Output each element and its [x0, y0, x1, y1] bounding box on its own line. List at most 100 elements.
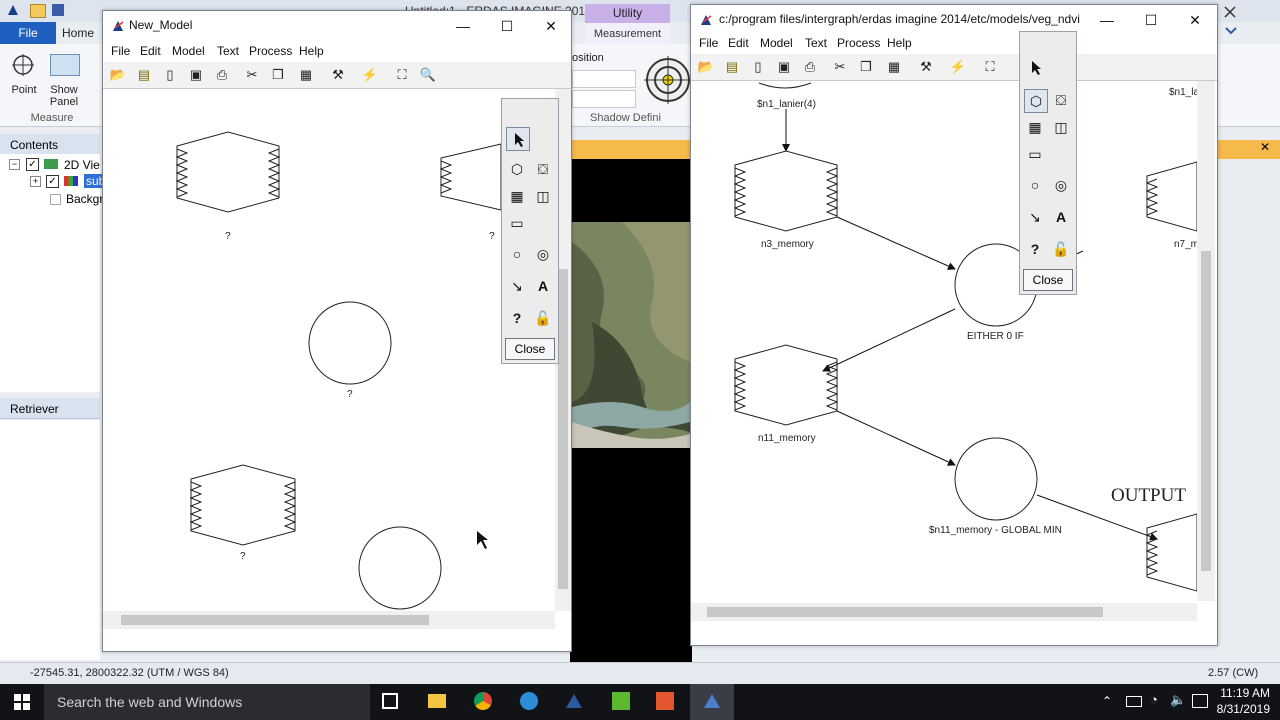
raster-node-n3[interactable] — [733, 150, 839, 232]
settings-arrows-icon[interactable] — [1224, 24, 1238, 38]
palette-close-button[interactable]: Close — [1023, 269, 1073, 291]
view-checkbox[interactable]: ✓ — [26, 158, 39, 171]
function-tool-icon[interactable]: ○ — [506, 243, 528, 265]
maximize-button[interactable]: ☐ — [1129, 5, 1173, 35]
position-combo-2[interactable] — [572, 90, 636, 108]
lock-tool-icon[interactable]: 🔓 — [1050, 238, 1072, 260]
function-tool-icon[interactable]: ○ — [1024, 174, 1046, 196]
function-node-1[interactable] — [308, 301, 392, 385]
close-button[interactable]: ✕ — [1173, 5, 1217, 35]
zoom-fit-icon[interactable]: ⛶ — [393, 66, 411, 84]
menu-text[interactable]: Text — [805, 36, 827, 50]
raster-node-1[interactable] — [175, 131, 281, 213]
paste-icon[interactable]: ▦ — [885, 58, 903, 76]
tree-item-background[interactable]: Backgr — [66, 192, 103, 206]
target-icon[interactable] — [644, 56, 692, 104]
text-tool-icon[interactable]: A — [532, 275, 554, 297]
function-node-globalmin[interactable] — [954, 437, 1038, 521]
clock-date[interactable]: 8/31/2019 — [1212, 702, 1270, 716]
text-tool-icon[interactable]: A — [1050, 206, 1072, 228]
tab-home[interactable]: Home — [62, 22, 104, 44]
veg-ndvi-canvas[interactable]: $n1_lanier(4) $n1_la n3_memory n7_m EITH… — [691, 81, 1197, 601]
copy-icon[interactable]: ❐ — [269, 66, 287, 84]
minimize-button[interactable]: — — [1085, 5, 1129, 35]
tray-chevron-icon[interactable]: ⌃ — [1102, 694, 1112, 708]
new-icon[interactable]: ▯ — [161, 66, 179, 84]
cut-icon[interactable]: ✂ — [831, 58, 849, 76]
minimize-button[interactable]: — — [441, 11, 485, 41]
paste-icon[interactable]: ▦ — [297, 66, 315, 84]
search-app-icon[interactable] — [520, 692, 538, 710]
task-view-icon[interactable] — [382, 693, 398, 709]
table-tool-icon[interactable]: ◫ — [1050, 116, 1072, 138]
select-tool-icon[interactable] — [1024, 56, 1046, 78]
hammer-icon[interactable]: ⚒ — [917, 58, 935, 76]
open-model-icon[interactable]: ▤ — [723, 58, 741, 76]
raster-node-2[interactable] — [439, 143, 502, 211]
new-model-canvas[interactable]: ? ? ? ? — [103, 89, 555, 611]
erdas-model-taskbar-button[interactable] — [690, 684, 734, 720]
run-icon[interactable]: ⚡ — [361, 66, 379, 84]
matrix-tool-icon[interactable]: ▦ — [1024, 116, 1046, 138]
erdas-taskbar-icon[interactable] — [564, 692, 584, 710]
show-panel-label-2[interactable]: Panel — [44, 96, 84, 108]
vector-tool-icon[interactable]: ⛋ — [1050, 89, 1072, 111]
save-icon[interactable] — [52, 4, 64, 16]
print-icon[interactable]: ⎙ — [213, 66, 231, 84]
maximize-button[interactable]: ☐ — [485, 11, 529, 41]
palette-close-button[interactable]: Close — [505, 338, 555, 360]
raster-node-n7-partial[interactable] — [1145, 161, 1197, 232]
raster-node-output-partial[interactable] — [1145, 513, 1197, 592]
volume-icon[interactable]: 🔈 — [1170, 692, 1186, 708]
criteria-tool-icon[interactable]: ◎ — [1050, 174, 1072, 196]
raster-tool-icon[interactable]: ⬡ — [1024, 89, 1048, 113]
open-model-icon[interactable]: ▤ — [135, 66, 153, 84]
save-icon[interactable]: ▣ — [187, 66, 205, 84]
vertical-scroll-thumb[interactable] — [558, 269, 568, 589]
camtasia-icon[interactable] — [612, 692, 630, 710]
tab-measurement[interactable]: Measurement — [585, 23, 670, 45]
print-icon[interactable]: ⎙ — [801, 58, 819, 76]
tab-file[interactable]: File — [0, 22, 56, 44]
position-combo-1[interactable] — [572, 70, 636, 88]
windows-start-icon[interactable] — [14, 694, 30, 710]
criteria-tool-icon[interactable]: ◎ — [532, 243, 554, 265]
show-panel-label-1[interactable]: Show — [44, 84, 84, 96]
help-tool-icon[interactable]: ? — [1024, 238, 1046, 260]
scalar-tool-icon[interactable]: ▭ — [1024, 143, 1046, 165]
raster-tool-icon[interactable]: ⬡ — [506, 158, 528, 180]
chrome-icon[interactable] — [474, 692, 492, 710]
recorder-icon[interactable] — [656, 692, 674, 710]
background-checkbox[interactable] — [50, 194, 61, 205]
zoom-fit-icon[interactable]: ⛶ — [981, 58, 999, 76]
vertical-scroll-thumb[interactable] — [1201, 251, 1211, 571]
cut-icon[interactable]: ✂ — [243, 66, 261, 84]
menu-edit[interactable]: Edit — [140, 44, 161, 58]
vertical-scrollbar[interactable] — [1197, 81, 1215, 601]
notification-icon[interactable] — [1192, 694, 1208, 708]
connect-tool-icon[interactable]: ↘ — [506, 275, 528, 297]
new-icon[interactable]: ▯ — [749, 58, 767, 76]
app-close-icon[interactable] — [1224, 6, 1236, 18]
viewer-close-icon[interactable]: ✕ — [1260, 140, 1270, 154]
menu-edit[interactable]: Edit — [728, 36, 749, 50]
hammer-icon[interactable]: ⚒ — [329, 66, 347, 84]
run-icon[interactable]: ⚡ — [949, 58, 967, 76]
lock-tool-icon[interactable]: 🔓 — [532, 307, 554, 329]
layer-checkbox[interactable]: ✓ — [46, 175, 59, 188]
raster-node-n11[interactable] — [733, 344, 839, 426]
table-tool-icon[interactable]: ◫ — [532, 185, 554, 207]
veg-ndvi-titlebar[interactable]: c:/program files/intergraph/erdas imagin… — [691, 5, 1217, 35]
zoom-icon[interactable]: 🔍 — [419, 66, 437, 84]
menu-process[interactable]: Process — [837, 36, 880, 50]
tab-utility[interactable]: Utility — [585, 4, 670, 23]
menu-model[interactable]: Model — [172, 44, 205, 58]
new-model-titlebar[interactable]: New_Model — ☐ ✕ — [103, 11, 571, 41]
taskbar-search-placeholder[interactable]: Search the web and Windows — [57, 694, 242, 710]
function-node-2[interactable] — [358, 526, 442, 610]
open-folder-icon[interactable] — [30, 4, 46, 18]
file-explorer-icon[interactable] — [428, 694, 446, 708]
menu-help[interactable]: Help — [887, 36, 912, 50]
tree-item-2d-view[interactable]: 2D Vie — [64, 158, 100, 172]
menu-file[interactable]: File — [699, 36, 718, 50]
